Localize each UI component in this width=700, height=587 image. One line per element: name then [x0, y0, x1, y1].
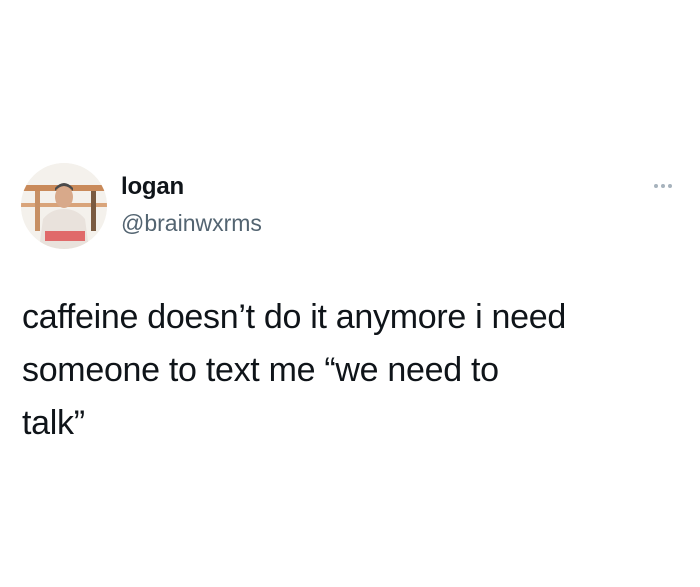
avatar-photo: [21, 163, 107, 249]
tweet-text: caffeine doesn’t do it anymore i need so…: [22, 298, 566, 442]
dot: [668, 184, 672, 188]
avatar[interactable]: [21, 163, 107, 249]
dot: [661, 184, 665, 188]
author-handle[interactable]: @brainwxrms: [121, 208, 262, 238]
more-options-icon[interactable]: [646, 176, 680, 196]
dot: [654, 184, 658, 188]
author-display-name[interactable]: logan: [121, 172, 184, 202]
tweet-card: logan @brainwxrms caffeine doesn’t do it…: [0, 0, 700, 587]
